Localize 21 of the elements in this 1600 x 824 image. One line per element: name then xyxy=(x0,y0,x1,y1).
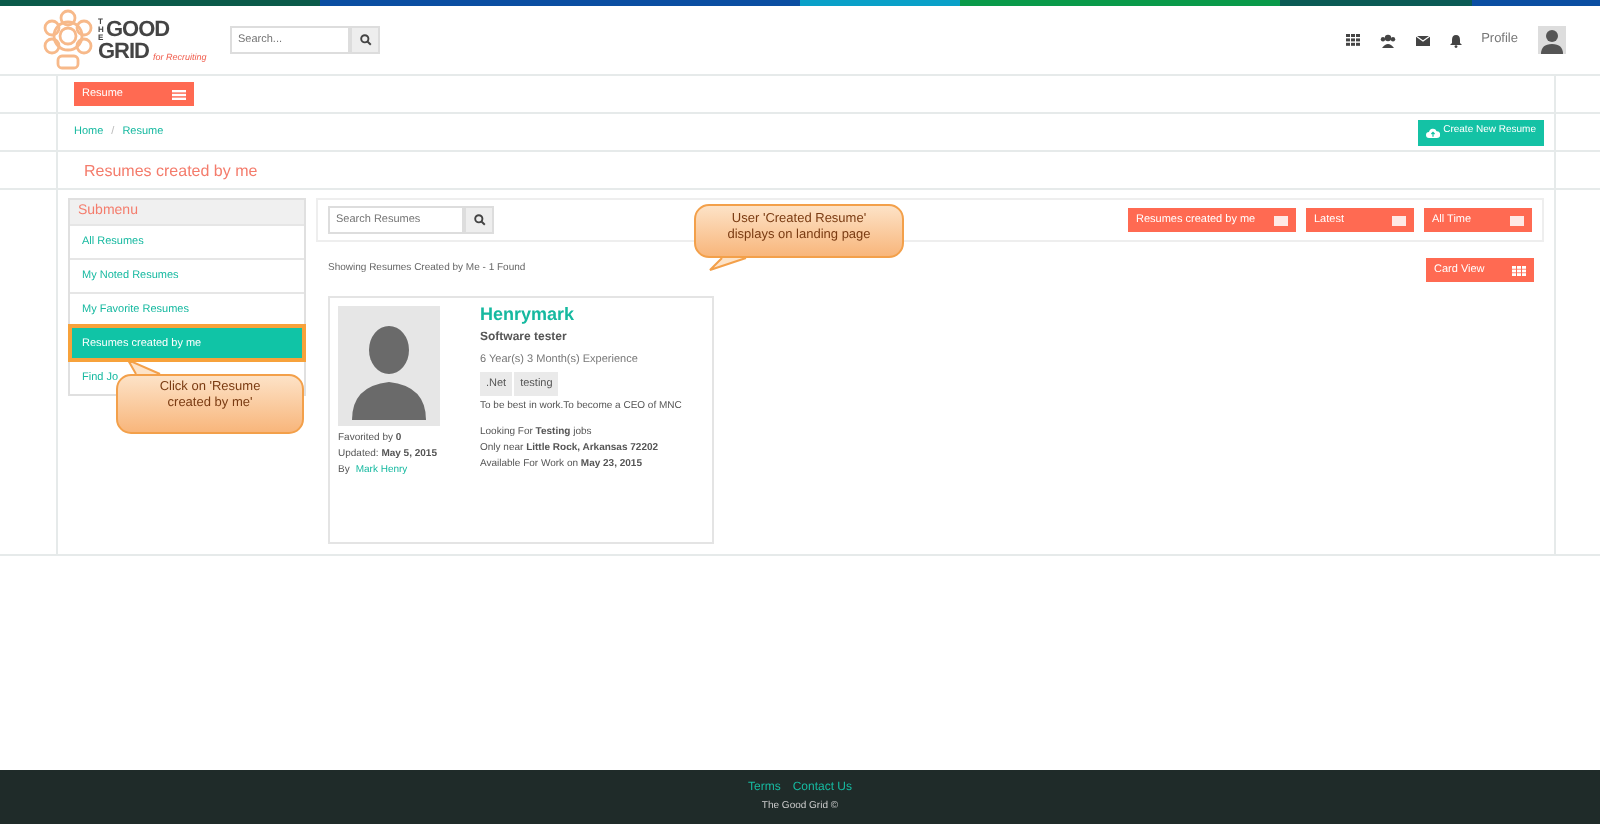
candidate-name[interactable]: Henrymark xyxy=(480,306,575,326)
avatar-icon[interactable] xyxy=(1538,26,1566,54)
logo-icon xyxy=(40,8,96,72)
profile-photo-placeholder xyxy=(338,306,440,426)
search-icon xyxy=(359,34,371,46)
page-title: Resumes created by me xyxy=(84,162,258,180)
search-button[interactable] xyxy=(350,26,380,54)
users-icon[interactable] xyxy=(1379,33,1396,47)
menu-icon xyxy=(172,89,186,99)
logo-text: GRID xyxy=(98,41,149,63)
list-icon xyxy=(1392,215,1406,225)
grid-icon xyxy=(1512,265,1526,275)
envelope-icon[interactable] xyxy=(1415,35,1430,45)
cloud-upload-icon xyxy=(1425,127,1440,137)
search-icon xyxy=(473,214,485,226)
bell-icon[interactable] xyxy=(1449,33,1462,47)
search-button[interactable] xyxy=(464,206,494,234)
logo-text: GOOD xyxy=(106,19,170,41)
list-icon xyxy=(1274,215,1288,225)
apps-grid-icon[interactable] xyxy=(1345,34,1360,46)
list-icon xyxy=(1510,215,1524,225)
